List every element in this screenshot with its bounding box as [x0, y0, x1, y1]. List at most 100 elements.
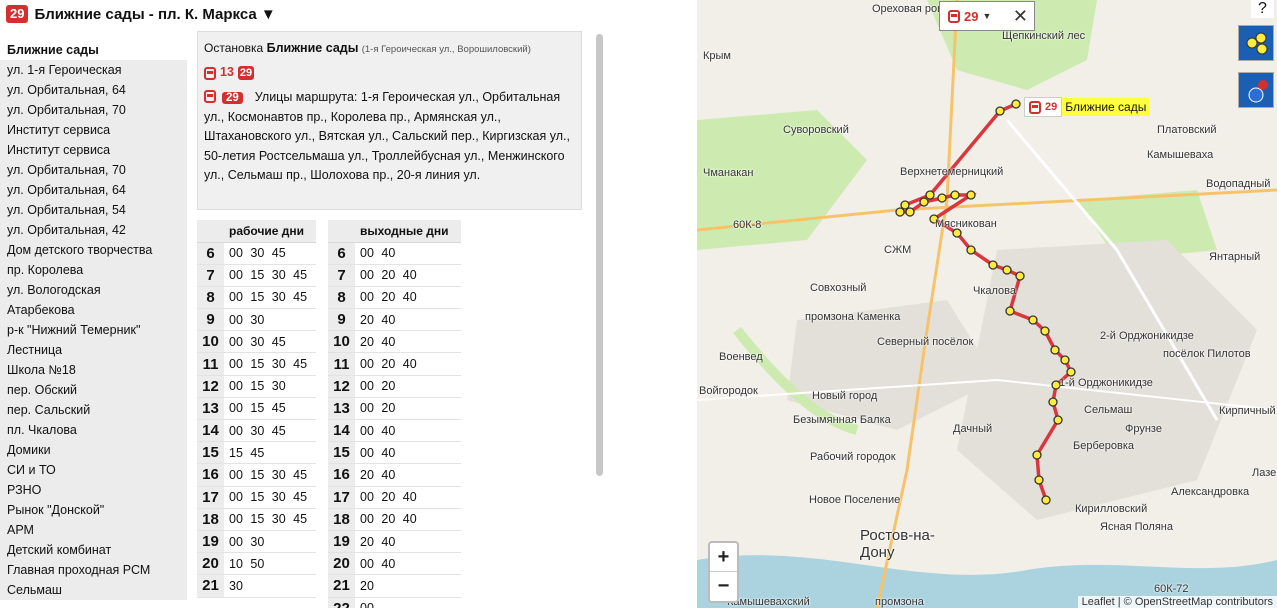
- map-corner-button[interactable]: ?: [1251, 0, 1274, 18]
- minutes-cell: 00 20 40: [355, 286, 461, 310]
- map-stop-marker[interactable]: [1028, 315, 1038, 325]
- map[interactable]: Ореховая роща Щепкинский лес Крым Суворовск…: [697, 0, 1277, 608]
- bus-icon: [948, 9, 960, 23]
- minutes-cell: 20 40: [355, 308, 461, 332]
- minutes-cell: 00 20 40: [355, 508, 461, 531]
- map-stop-marker[interactable]: [1032, 450, 1042, 460]
- map-stop-marker[interactable]: [966, 190, 976, 200]
- map-stop-marker[interactable]: [966, 245, 976, 255]
- map-stop-marker[interactable]: [1040, 326, 1050, 336]
- route-link-29[interactable]: 29: [237, 66, 255, 80]
- map-stop-marker[interactable]: [1066, 367, 1076, 377]
- stop-list-item[interactable]: пер. Обский: [0, 380, 187, 400]
- minutes-cell: 00 20 40: [355, 486, 461, 509]
- map-place-label: Чкалова: [973, 285, 1017, 297]
- map-stop-marker[interactable]: [1050, 345, 1060, 355]
- stop-list-item[interactable]: Атарбекова: [0, 300, 187, 320]
- stop-list-item[interactable]: СИ и ТО: [0, 460, 187, 480]
- map-stop-marker[interactable]: [925, 190, 935, 200]
- map-stop-marker[interactable]: [995, 106, 1005, 116]
- stop-list-item[interactable]: пл. Чкалова: [0, 420, 187, 440]
- map-stop-marker[interactable]: [952, 228, 962, 238]
- map-stop-marker[interactable]: [1011, 99, 1021, 109]
- map-stop-marker[interactable]: [919, 197, 929, 207]
- route-link-13[interactable]: 13: [220, 63, 234, 83]
- timetable-row: 10 00 30 45: [197, 330, 316, 354]
- map-place-label: Сельмаш: [1084, 404, 1133, 416]
- map-canvas: [697, 0, 1277, 608]
- stop-list-item[interactable]: ул. Орбитальная, 54: [0, 200, 187, 220]
- stop-list-item[interactable]: Школа №18: [0, 360, 187, 380]
- timetable-row: 20 10 50: [197, 552, 316, 576]
- map-stop-marker[interactable]: [988, 260, 998, 270]
- stop-list-item[interactable]: ул. Орбитальная, 70: [0, 160, 187, 180]
- bus-icon: [204, 66, 216, 80]
- stop-list-item[interactable]: ул. Вологодская: [0, 280, 187, 300]
- hour-cell: 7: [328, 264, 355, 287]
- stop-list-item[interactable]: ул. 1-я Героическая: [0, 60, 187, 80]
- stop-list-item[interactable]: ул. Орбитальная, 70: [0, 100, 187, 120]
- map-stop-marker[interactable]: [1015, 271, 1025, 281]
- hour-cell: 16: [328, 463, 355, 487]
- stops-filter-button[interactable]: [1238, 72, 1274, 108]
- hour-cell: 10: [197, 330, 224, 354]
- map-tag-route: 29: [1045, 101, 1058, 113]
- route-title-dropdown[interactable]: Ближние сады - пл. К. Маркса ▼: [34, 6, 275, 23]
- map-place-label: Мясникован: [935, 218, 997, 230]
- stop-routes: 13 29: [204, 64, 575, 82]
- stop-list-item[interactable]: РЗНО: [0, 480, 187, 500]
- minutes-cell: 00 40: [355, 242, 461, 265]
- hour-cell: 7: [197, 264, 224, 287]
- stop-list-item[interactable]: ул. Орбитальная, 42: [0, 220, 187, 240]
- timetable-row: 17 00 20 40: [328, 486, 461, 509]
- map-stop-marker[interactable]: [1005, 306, 1015, 316]
- map-stop-marker[interactable]: [937, 193, 947, 203]
- map-stop-marker[interactable]: [1041, 495, 1051, 505]
- minutes-cell: 00 20 40: [355, 264, 461, 287]
- map-stop-tag[interactable]: 29 Ближние сады: [1024, 97, 1150, 117]
- timetable-row: 7 00 20 40: [328, 264, 461, 287]
- stop-list-item[interactable]: АРМ: [0, 520, 187, 540]
- stop-list-item[interactable]: ул. Орбитальная, 64: [0, 180, 187, 200]
- stop-list-item[interactable]: Дом детского творчества: [0, 240, 187, 260]
- map-place-label: Ясная Поляна: [1100, 521, 1173, 533]
- map-attribution[interactable]: Leaflet | © OpenStreetMap contributors: [1077, 596, 1277, 608]
- zoom-out-button[interactable]: −: [710, 572, 737, 601]
- page-header[interactable]: 29 Ближние сады - пл. К. Маркса ▼: [6, 4, 276, 24]
- stop-list-item[interactable]: Домики: [0, 440, 187, 460]
- stop-list-item[interactable]: Рынок "Донской": [0, 500, 187, 520]
- timetable-row: 13 00 20: [328, 397, 461, 421]
- map-stop-marker[interactable]: [950, 190, 960, 200]
- map-stop-marker[interactable]: [1048, 397, 1058, 407]
- map-stop-marker[interactable]: [1034, 475, 1044, 485]
- layers-button[interactable]: [1238, 25, 1274, 61]
- stop-list-item[interactable]: пер. Сальский: [0, 400, 187, 420]
- map-stop-marker[interactable]: [905, 207, 915, 217]
- stop-list-item[interactable]: р-к "Нижний Темерник": [0, 320, 187, 340]
- chevron-down-icon[interactable]: ▼: [982, 11, 991, 21]
- route-selector-number[interactable]: 29: [964, 9, 978, 24]
- map-place-label: 60К-8: [733, 219, 762, 231]
- zoom-in-button[interactable]: +: [710, 543, 737, 572]
- map-stop-marker[interactable]: [1002, 265, 1012, 275]
- route-selector[interactable]: 29 ▼ ✕: [939, 1, 1035, 31]
- map-place-label: 60К-72: [1154, 583, 1189, 595]
- route-streets: 29 Улицы маршрута: 1-я Героическая ул., О…: [204, 88, 575, 186]
- scrollbar-thumb[interactable]: [596, 34, 603, 476]
- stop-list-item[interactable]: Сельмаш: [0, 580, 187, 600]
- map-stop-marker[interactable]: [1053, 415, 1063, 425]
- stop-list-item[interactable]: Институт сервиса: [0, 120, 187, 140]
- stop-list-item[interactable]: ул. Орбитальная, 64: [0, 80, 187, 100]
- stop-list-item[interactable]: Детский комбинат: [0, 540, 187, 560]
- stop-list-item[interactable]: пр. Королева: [0, 260, 187, 280]
- map-stop-marker[interactable]: [895, 207, 905, 217]
- map-stop-marker[interactable]: [1060, 355, 1070, 365]
- stop-list-item[interactable]: Институт сервиса: [0, 140, 187, 160]
- stop-list-item[interactable]: Лестница: [0, 340, 187, 360]
- map-place-label: Суворовский: [783, 124, 849, 136]
- stop-list-item[interactable]: Главная проходная РСМ: [0, 560, 187, 580]
- stop-list-item[interactable]: Ближние сады: [0, 40, 187, 60]
- close-icon[interactable]: ✕: [1013, 7, 1028, 25]
- timetable-row: 16 20 40: [328, 463, 461, 487]
- map-stop-marker[interactable]: [900, 200, 910, 210]
